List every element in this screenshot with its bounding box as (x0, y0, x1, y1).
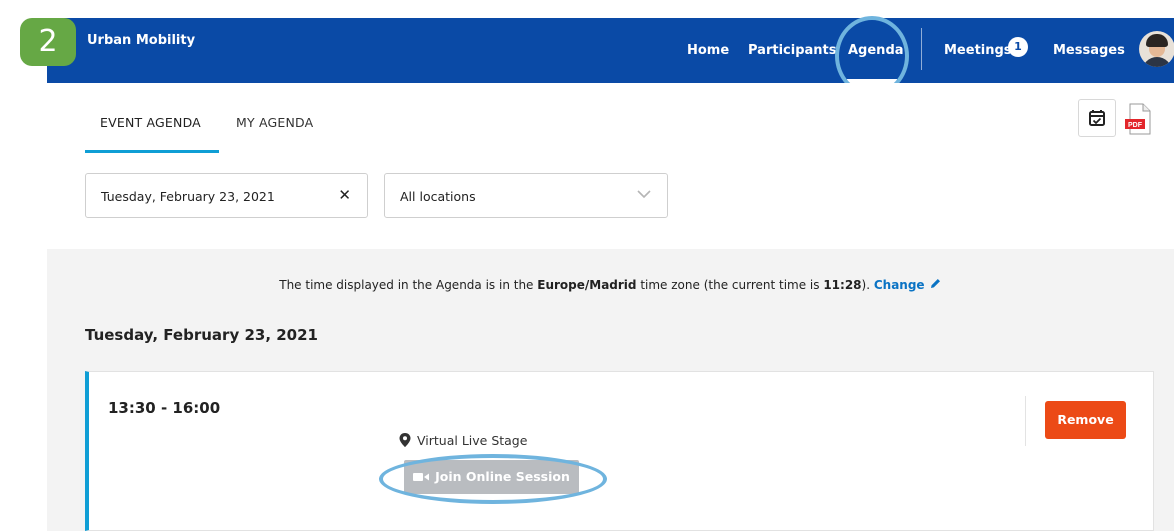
date-filter[interactable]: Tuesday, February 23, 2021 ✕ (85, 173, 368, 218)
join-highlight-ring (379, 454, 607, 504)
tz-prefix: The time displayed in the Agenda is in t… (279, 278, 538, 292)
day-heading: Tuesday, February 23, 2021 (85, 326, 318, 344)
avatar-body (1142, 57, 1172, 67)
nav-divider (921, 28, 922, 70)
session-location-label: Virtual Live Stage (417, 433, 528, 448)
pdf-icon-label: PDF (1128, 122, 1143, 129)
nav-home[interactable]: Home (687, 43, 729, 58)
location-select-value: All locations (400, 189, 476, 204)
nav-messages[interactable]: Messages (1053, 43, 1125, 58)
pencil-icon (930, 279, 940, 288)
top-nav-bar: Urban Mobility Home Participants Agenda … (47, 18, 1174, 83)
session-location: Virtual Live Stage (399, 433, 527, 448)
remove-session-button[interactable]: Remove (1045, 401, 1126, 439)
tz-middle: time zone (the current time is (636, 278, 824, 292)
user-avatar[interactable] (1139, 31, 1174, 67)
brand-name[interactable]: Urban Mobility (87, 33, 195, 48)
location-select[interactable]: All locations (384, 173, 668, 218)
avatar-hair (1146, 34, 1168, 47)
tz-zone: Europe/Madrid (537, 278, 637, 292)
session-card: 13:30 - 16:00 Virtual Live Stage Join On… (85, 371, 1154, 531)
map-pin-icon (399, 433, 411, 447)
chevron-down-icon (637, 190, 651, 199)
tab-my-agenda[interactable]: MY AGENDA (236, 115, 313, 130)
nav-meetings[interactable]: Meetings (944, 43, 1012, 58)
agenda-filters: Tuesday, February 23, 2021 ✕ All locatio… (47, 153, 1174, 249)
date-filter-value: Tuesday, February 23, 2021 (101, 189, 275, 204)
calendar-check-button[interactable] (1078, 99, 1116, 137)
agenda-content: The time displayed in the Agenda is in t… (47, 249, 1174, 531)
card-divider (1025, 396, 1026, 446)
nav-participants[interactable]: Participants (748, 43, 836, 58)
pdf-export-icon[interactable]: PDF (1124, 103, 1154, 135)
change-timezone-link[interactable]: Change (874, 278, 942, 292)
agenda-tabs-bar: EVENT AGENDA MY AGENDA PDF (47, 83, 1174, 154)
tz-current-time: 11:28 (823, 278, 862, 292)
clear-date-icon[interactable]: ✕ (338, 186, 351, 204)
session-time: 13:30 - 16:00 (108, 399, 221, 417)
change-timezone-label: Change (873, 278, 925, 292)
step-number-badge: 2 (20, 18, 76, 66)
meetings-count-badge: 1 (1008, 37, 1028, 57)
calendar-check-icon (1089, 110, 1105, 126)
timezone-note: The time displayed in the Agenda is in t… (47, 277, 1174, 292)
tab-event-agenda[interactable]: EVENT AGENDA (100, 115, 201, 130)
tz-suffix: ). (861, 278, 874, 292)
